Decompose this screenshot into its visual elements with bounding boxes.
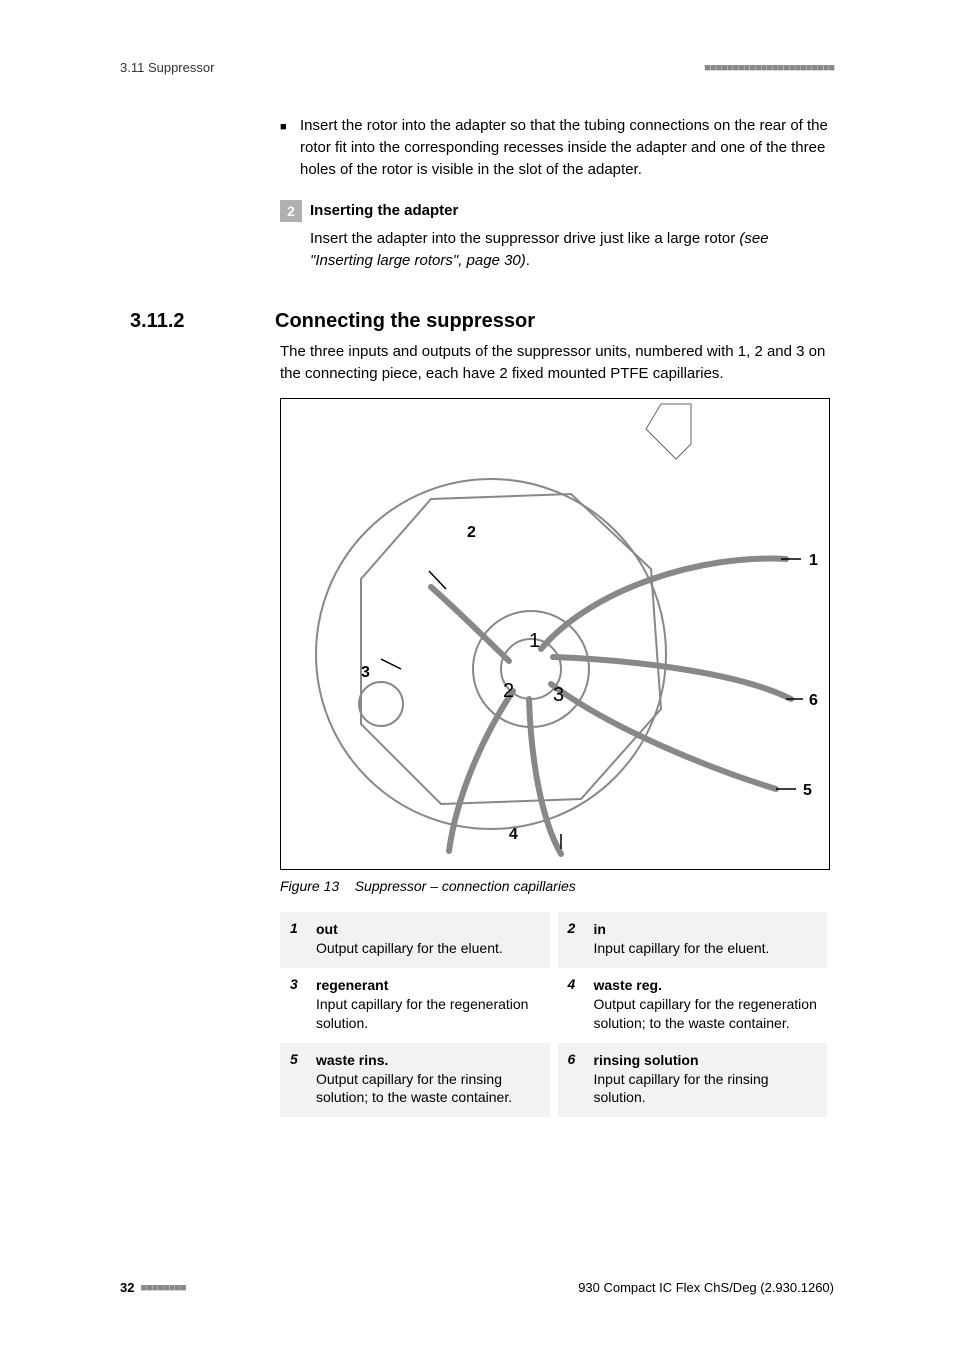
legend-table: 1 outOutput capillary for the eluent. 2 … bbox=[280, 912, 827, 1117]
legend-row: 1 outOutput capillary for the eluent. 2 … bbox=[280, 912, 827, 968]
svg-text:1: 1 bbox=[809, 552, 818, 569]
legend-row: 5 waste rins.Output capillary for the ri… bbox=[280, 1043, 827, 1118]
page-header: 3.11 Suppressor ■■■■■■■■■■■■■■■■■■■■■■■ bbox=[120, 60, 834, 75]
section-title: Connecting the suppressor bbox=[275, 310, 535, 333]
step-number-badge: 2 bbox=[280, 200, 302, 222]
svg-text:1: 1 bbox=[529, 630, 540, 652]
svg-text:5: 5 bbox=[803, 782, 812, 799]
step-body: Insert the adapter into the suppressor d… bbox=[310, 228, 834, 272]
footer-decor: ■■■■■■■■ bbox=[140, 1282, 185, 1294]
page-footer: 32 ■■■■■■■■ 930 Compact IC Flex ChS/Deg … bbox=[120, 1280, 834, 1295]
bullet-icon: ■ bbox=[280, 115, 300, 180]
svg-text:2: 2 bbox=[467, 524, 476, 541]
legend-row: 3 regenerantInput capillary for the rege… bbox=[280, 968, 827, 1043]
footer-doc-id: 930 Compact IC Flex ChS/Deg (2.930.1260) bbox=[578, 1280, 834, 1295]
header-decor: ■■■■■■■■■■■■■■■■■■■■■■■ bbox=[704, 62, 834, 74]
section-number: 3.11.2 bbox=[120, 310, 275, 333]
bullet-text: Insert the rotor into the adapter so tha… bbox=[300, 115, 834, 180]
step-title: Inserting the adapter bbox=[310, 200, 458, 219]
step-row: 2 Inserting the adapter bbox=[280, 200, 834, 222]
svg-text:2: 2 bbox=[503, 680, 514, 702]
svg-text:6: 6 bbox=[809, 692, 818, 709]
section-heading: 3.11.2 Connecting the suppressor bbox=[120, 310, 834, 333]
header-section: 3.11 Suppressor bbox=[120, 60, 214, 75]
section-paragraph: The three inputs and outputs of the supp… bbox=[280, 341, 834, 385]
page-number: 32 bbox=[120, 1280, 134, 1295]
figure: 1 2 3 4 5 6 1 2 3 bbox=[280, 398, 830, 870]
svg-text:3: 3 bbox=[553, 684, 564, 706]
svg-text:4: 4 bbox=[509, 826, 518, 843]
figure-caption: Figure 13 Suppressor – connection capill… bbox=[280, 878, 834, 894]
svg-text:3: 3 bbox=[361, 664, 370, 681]
suppressor-diagram-icon: 1 2 3 4 5 6 1 2 3 bbox=[281, 399, 829, 869]
bullet-item: ■ Insert the rotor into the adapter so t… bbox=[280, 115, 834, 180]
